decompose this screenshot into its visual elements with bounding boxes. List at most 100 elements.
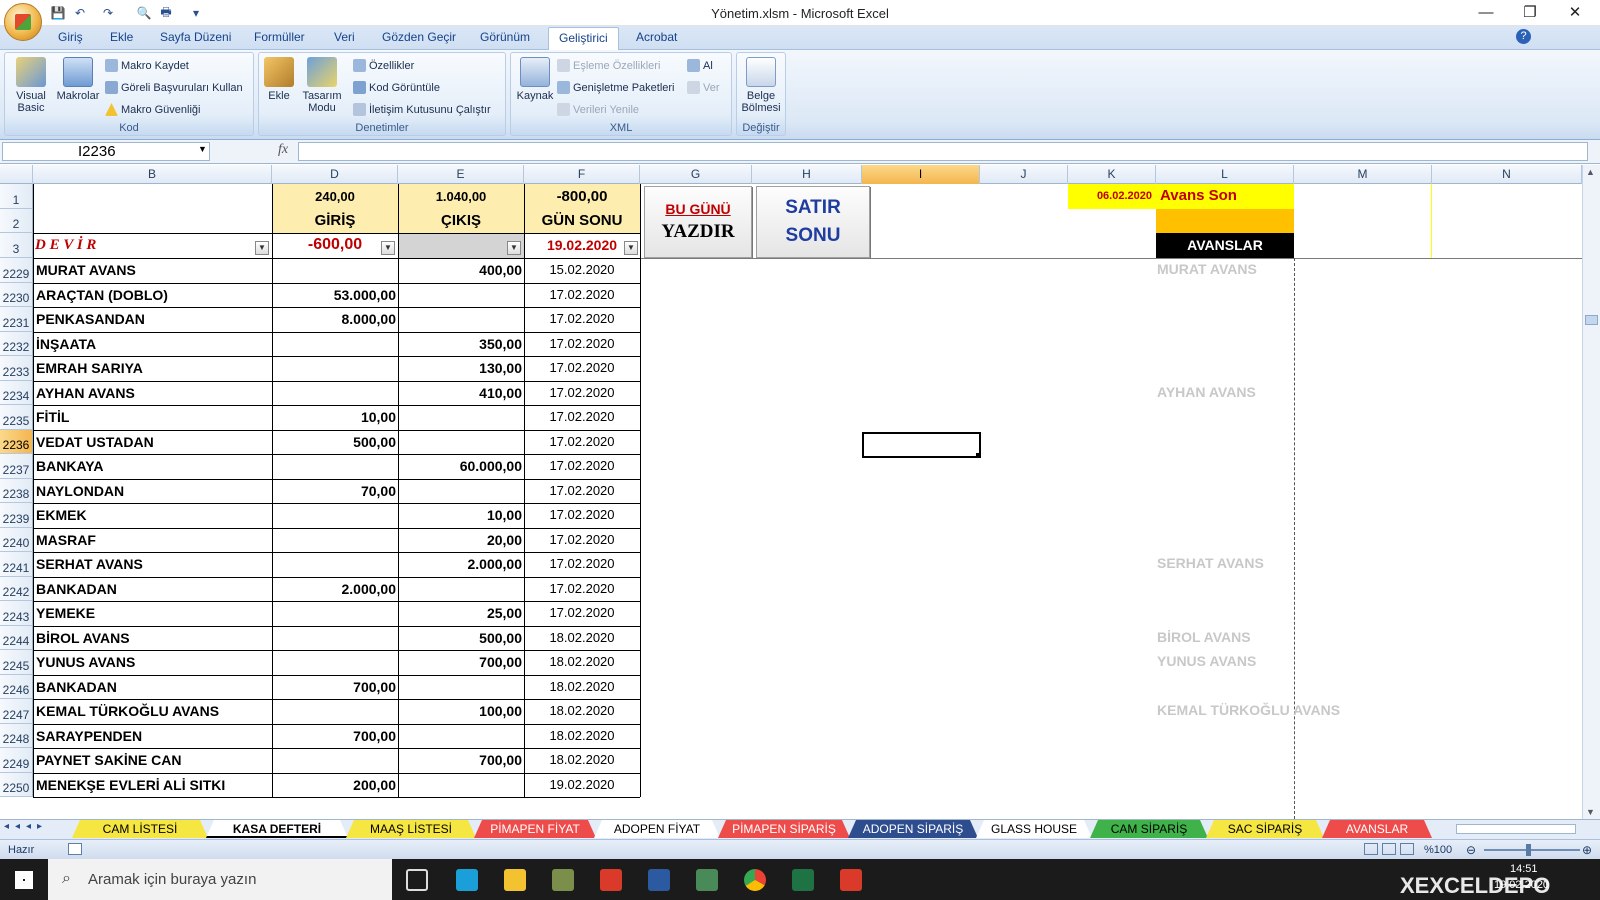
satir-sonu-button[interactable]: SATIR SONU (756, 186, 870, 258)
column-header-d[interactable]: D (272, 165, 398, 184)
avans-name[interactable]: AYHAN AVANS (1157, 384, 1256, 400)
row-date[interactable]: 17.02.2020 (524, 454, 640, 479)
sheet-tab[interactable]: ADOPEN FİYAT (594, 820, 720, 838)
excel-icon[interactable] (792, 869, 814, 891)
row-date[interactable]: 19.02.2020 (524, 773, 640, 797)
row-description[interactable]: YUNUS AVANS (34, 650, 271, 675)
row-giris[interactable] (272, 748, 398, 773)
row-giris[interactable] (272, 356, 398, 381)
row-giris[interactable] (272, 454, 398, 479)
windows-start-icon[interactable] (15, 871, 33, 889)
belge-bolmesi-button[interactable]: Belge Bölmesi (739, 57, 783, 114)
name-box[interactable]: I2236 (2, 142, 210, 161)
ozellikler-button[interactable]: Özellikler (353, 59, 414, 72)
kod-goruntule-button[interactable]: Kod Görüntüle (353, 81, 440, 94)
kaynak-button[interactable]: Kaynak (515, 57, 555, 102)
row-date[interactable]: 18.02.2020 (524, 699, 640, 724)
sheet-nav-icons[interactable]: ◂◂◂▸ (4, 821, 48, 832)
tab-formuller[interactable]: Formüller (254, 30, 305, 44)
row-giris[interactable]: 200,00 (272, 773, 398, 797)
avans-name[interactable]: MURAT AVANS (1157, 261, 1257, 277)
zoom-slider[interactable] (1484, 849, 1580, 851)
row-description[interactable]: BANKAYA (34, 454, 271, 479)
app-icon[interactable] (552, 869, 574, 891)
sheet-tab[interactable]: ADOPEN SİPARİŞ (848, 820, 978, 838)
bugunu-yazdir-button[interactable]: BU GÜNÜ YAZDIR (644, 186, 752, 258)
column-header-m[interactable]: M (1294, 165, 1432, 184)
row-giris[interactable] (272, 332, 398, 356)
row-header[interactable]: 2248 (0, 724, 33, 748)
sheet-tab[interactable]: PİMAPEN FİYAT (474, 820, 596, 838)
row-header[interactable]: 2232 (0, 332, 33, 356)
row-giris[interactable] (272, 601, 398, 626)
row-giris[interactable]: 8.000,00 (272, 307, 398, 332)
row-date[interactable]: 17.02.2020 (524, 430, 640, 454)
row-description[interactable]: EMRAH SARIYA (34, 356, 271, 381)
row-header[interactable]: 2245 (0, 650, 33, 675)
row-description[interactable]: AYHAN AVANS (34, 381, 271, 405)
row-description[interactable]: SARAYPENDEN (34, 724, 271, 748)
column-header-n[interactable]: N (1432, 165, 1582, 184)
column-header-i[interactable]: I (862, 165, 980, 184)
row-cikis[interactable]: 700,00 (398, 650, 524, 675)
row-date[interactable]: 17.02.2020 (524, 356, 640, 381)
al-button[interactable]: Al (687, 59, 713, 72)
row-description[interactable]: YEMEKE (34, 601, 271, 626)
horizontal-scrollbar[interactable] (1456, 824, 1576, 834)
vertical-scrollbar[interactable]: ▲ ▼ (1582, 165, 1600, 819)
row-description[interactable]: İNŞAATA (34, 332, 271, 356)
row-cikis[interactable]: 410,00 (398, 381, 524, 405)
row-date[interactable]: 17.02.2020 (524, 503, 640, 528)
row-description[interactable]: KEMAL TÜRKOĞLU AVANS (34, 699, 271, 724)
row-date[interactable]: 17.02.2020 (524, 307, 640, 332)
sheet-tab[interactable]: CAM SİPARİŞ (1090, 820, 1208, 838)
formula-input[interactable] (298, 142, 1588, 161)
logo-app-icon[interactable] (600, 869, 622, 891)
row-giris[interactable] (272, 258, 398, 283)
row-cikis[interactable]: 20,00 (398, 528, 524, 552)
column-header-b[interactable]: B (33, 165, 272, 184)
row-description[interactable]: MASRAF (34, 528, 271, 552)
help-icon[interactable]: ? (1516, 29, 1531, 44)
filter-dropdown-b[interactable]: ▼ (255, 241, 269, 255)
sheet-tab[interactable]: MAAŞ LİSTESİ (346, 820, 476, 838)
row-cikis[interactable] (398, 430, 524, 454)
row-header-2[interactable]: 2 (0, 209, 33, 233)
column-header-g[interactable]: G (640, 165, 752, 184)
row-cikis[interactable]: 700,00 (398, 748, 524, 773)
sheet-tab[interactable]: GLASS HOUSE (976, 820, 1092, 838)
row-description[interactable]: PAYNET SAKİNE CAN (34, 748, 271, 773)
filter-dropdown-e[interactable]: ▼ (507, 241, 521, 255)
macro-record-icon[interactable] (68, 843, 82, 855)
row-giris[interactable] (272, 650, 398, 675)
row-header[interactable]: 2230 (0, 283, 33, 307)
row-date[interactable]: 17.02.2020 (524, 552, 640, 577)
row-header[interactable]: 2246 (0, 675, 33, 699)
row-header[interactable]: 2247 (0, 699, 33, 724)
worksheet[interactable]: B D E F G H I J K L M N 1 2 3 240,00 GİR… (0, 165, 1600, 819)
row-giris[interactable] (272, 699, 398, 724)
zoom-level[interactable]: %100 (1424, 844, 1452, 856)
select-all-corner[interactable] (0, 165, 33, 184)
row-header[interactable]: 2249 (0, 748, 33, 773)
normal-view-icon[interactable] (1364, 843, 1378, 855)
row-cikis[interactable] (398, 479, 524, 503)
row-description[interactable]: FİTİL (34, 405, 271, 430)
row-date[interactable]: 17.02.2020 (524, 381, 640, 405)
maximize-button[interactable]: ❐ (1508, 2, 1552, 24)
row-giris[interactable]: 53.000,00 (272, 283, 398, 307)
row-cikis[interactable]: 400,00 (398, 258, 524, 283)
row-giris[interactable]: 500,00 (272, 430, 398, 454)
row-header[interactable]: 2239 (0, 503, 33, 528)
row-cikis[interactable] (398, 405, 524, 430)
task-view-icon[interactable] (406, 869, 428, 891)
sheet-tab[interactable]: KASA DEFTERİ (206, 820, 348, 838)
filter-dropdown-f[interactable]: ▼ (624, 241, 638, 255)
row-giris[interactable]: 10,00 (272, 405, 398, 430)
column-header-h[interactable]: H (752, 165, 862, 184)
active-cell[interactable] (862, 432, 981, 458)
makro-guvenligi-button[interactable]: Makro Güvenliği (105, 103, 200, 116)
column-header-l[interactable]: L (1156, 165, 1294, 184)
row-cikis[interactable]: 100,00 (398, 699, 524, 724)
makro-kaydet-button[interactable]: Makro Kaydet (105, 59, 189, 72)
